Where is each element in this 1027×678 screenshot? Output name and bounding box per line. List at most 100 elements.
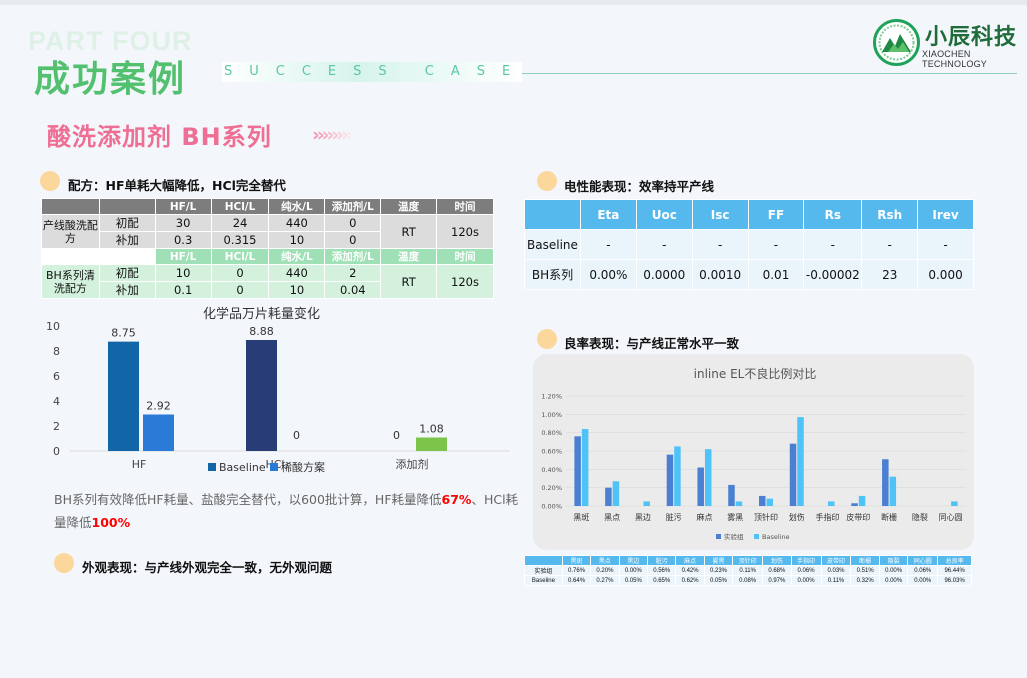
electrical-cell: -	[747, 229, 805, 260]
electrical-cell: -	[691, 229, 749, 260]
recipe-header-empty	[98, 248, 156, 265]
x-category-label: HF	[132, 458, 147, 471]
electrical-cell: -	[917, 229, 974, 260]
recipe-cell: 10	[268, 231, 326, 249]
recipe-temp-cell: RT	[380, 264, 438, 299]
el-bar-实验组	[666, 454, 674, 506]
electrical-cell: 23	[861, 259, 919, 290]
el-table-header: 总良率	[937, 555, 972, 566]
x-category-label: 添加剂	[396, 457, 429, 471]
el-table-cell: 0.08%	[732, 575, 764, 586]
recipe-header-hcl: HCl/L	[210, 198, 270, 215]
el-table-cell: 0.42%	[675, 565, 705, 576]
el-table-cell: 0.05%	[618, 575, 649, 586]
el-bar-Baseline	[766, 498, 773, 506]
el-bar-Baseline	[797, 417, 804, 506]
recipe-cell: 0	[210, 281, 270, 299]
el-table-row-label: Baseline	[524, 575, 563, 586]
bar-稀酸方案	[143, 414, 174, 451]
recipe-cell: 0.1	[154, 281, 212, 299]
el-bar-实验组	[605, 487, 612, 506]
recipe-row-label: 初配	[98, 264, 156, 282]
bullet-dot-icon	[40, 171, 60, 191]
chevron-arrows-icon: ››››››››	[312, 124, 354, 146]
recipe-header-water: 纯水/L	[268, 198, 326, 215]
electrical-header-empty	[524, 199, 581, 230]
section-formula-heading: 配方：HF单耗大幅降低，HCl完全替代	[68, 178, 286, 193]
el-bar-实验组	[728, 484, 735, 506]
el-table-header: 黑斑	[561, 555, 592, 566]
recipe-header-temp: 温度	[380, 248, 438, 265]
x-category-label: 黑斑	[573, 512, 589, 522]
recipe-cell: 440	[268, 264, 326, 282]
recipe-header-water: 纯水/L	[268, 248, 326, 265]
el-bar-Baseline	[674, 446, 681, 506]
x-category-label: 雾黑	[727, 513, 743, 522]
recipe-cell: 440	[268, 214, 326, 232]
electrical-header: Eta	[579, 199, 637, 230]
recipe-header-hcl: HCl/L	[210, 248, 270, 265]
el-bar-实验组	[851, 503, 858, 506]
el-table-cell: 0.11%	[820, 575, 852, 586]
el-defect-table: 黑斑 黑点 黑边 脏污 麻点 雾黑 顶针印 划伤 手指印 皮带印 断栅 隐裂 同心圆 总良率 实验组 0.76…	[524, 555, 972, 586]
el-table-cell: 0.00%	[790, 575, 822, 586]
el-bar-实验组	[789, 443, 797, 506]
y-tick-label: 0.40%	[541, 466, 562, 474]
el-table-header: 手指印	[790, 555, 822, 566]
x-category-label: 隐裂	[912, 512, 928, 522]
x-category-label: 皮带印	[846, 512, 870, 522]
y-tick-label: 1.00%	[541, 411, 562, 419]
el-table-cell: 0.68%	[762, 565, 792, 576]
bar-data-label: 2.92	[146, 400, 171, 413]
legend-swatch	[270, 463, 278, 471]
el-bar-Baseline	[889, 476, 897, 506]
recipe-cell: 24	[210, 214, 270, 232]
recipe-header-additive: 添加剂/L	[324, 248, 382, 265]
el-table-cell: 0.97%	[762, 575, 792, 586]
el-table-cell: 0.23%	[703, 565, 734, 576]
el-bar-实验组	[882, 459, 889, 506]
page-title: 成功案例	[34, 59, 187, 100]
company-name-en: XIAOCHEN TECHNOLOGY	[922, 49, 988, 69]
company-logo-icon	[873, 19, 920, 66]
recipe-cell: 2	[324, 264, 382, 282]
el-table-header: 脏污	[647, 555, 677, 566]
electrical-header: Rs	[803, 199, 863, 230]
electrical-cell: 0.01	[747, 259, 805, 290]
y-tick-label: 0.00%	[541, 503, 562, 511]
el-defect-chart: inline EL不良比例对比 0.00% 0.20% 0.40% 0.60% 0.80%…	[541, 366, 966, 541]
bar-data-label: 0	[393, 429, 400, 442]
summary-note: BH系列有效降低HF耗量、盐酸完全替代，以600批计算，HF耗量降低67%、HC…	[54, 488, 524, 534]
legend-label: 稀酸方案	[281, 460, 325, 474]
electrical-cell: -	[635, 229, 693, 260]
bullet-dot-icon	[537, 171, 557, 191]
electrical-header: Isc	[691, 199, 749, 230]
el-table-cell: 0.20%	[590, 565, 620, 576]
el-table-cell: 0.76%	[561, 565, 592, 576]
el-table-header: 麻点	[675, 555, 705, 566]
electrical-cell: 0.0010	[691, 259, 749, 290]
bar-data-label: 0	[293, 429, 300, 442]
legend-label: Baseline	[219, 461, 266, 474]
company-name: 小辰科技	[925, 25, 1018, 50]
recipe-row-label: 补加	[98, 231, 156, 249]
el-table-header: 黑点	[590, 555, 620, 566]
el-bar-Baseline	[612, 481, 620, 506]
el-table-header: 划伤	[762, 555, 792, 566]
el-table-cell: 0.00%	[618, 565, 649, 576]
electrical-cell: -	[579, 229, 637, 260]
el-table-cell: 0.51%	[850, 565, 880, 576]
chemical-consumption-chart: 02468108.752.92HF8.880HCl01.08添加剂Baselin…	[46, 320, 510, 474]
el-table-cell: 96.44%	[937, 565, 972, 576]
recipe-header-hf: HF/L	[154, 198, 212, 215]
electrical-header: Irev	[917, 199, 974, 230]
recipe-time-cell: 120s	[436, 214, 494, 249]
el-table-cell: 0.05%	[703, 575, 734, 586]
el-table-cell: 0.11%	[732, 565, 764, 576]
recipe-header-empty	[41, 248, 100, 265]
electrical-cell: 0.00%	[579, 259, 637, 290]
bar-Baseline	[246, 340, 277, 451]
el-bar-Baseline	[704, 449, 712, 506]
el-bar-实验组	[574, 436, 581, 506]
recipe-cell: 0	[324, 214, 382, 232]
